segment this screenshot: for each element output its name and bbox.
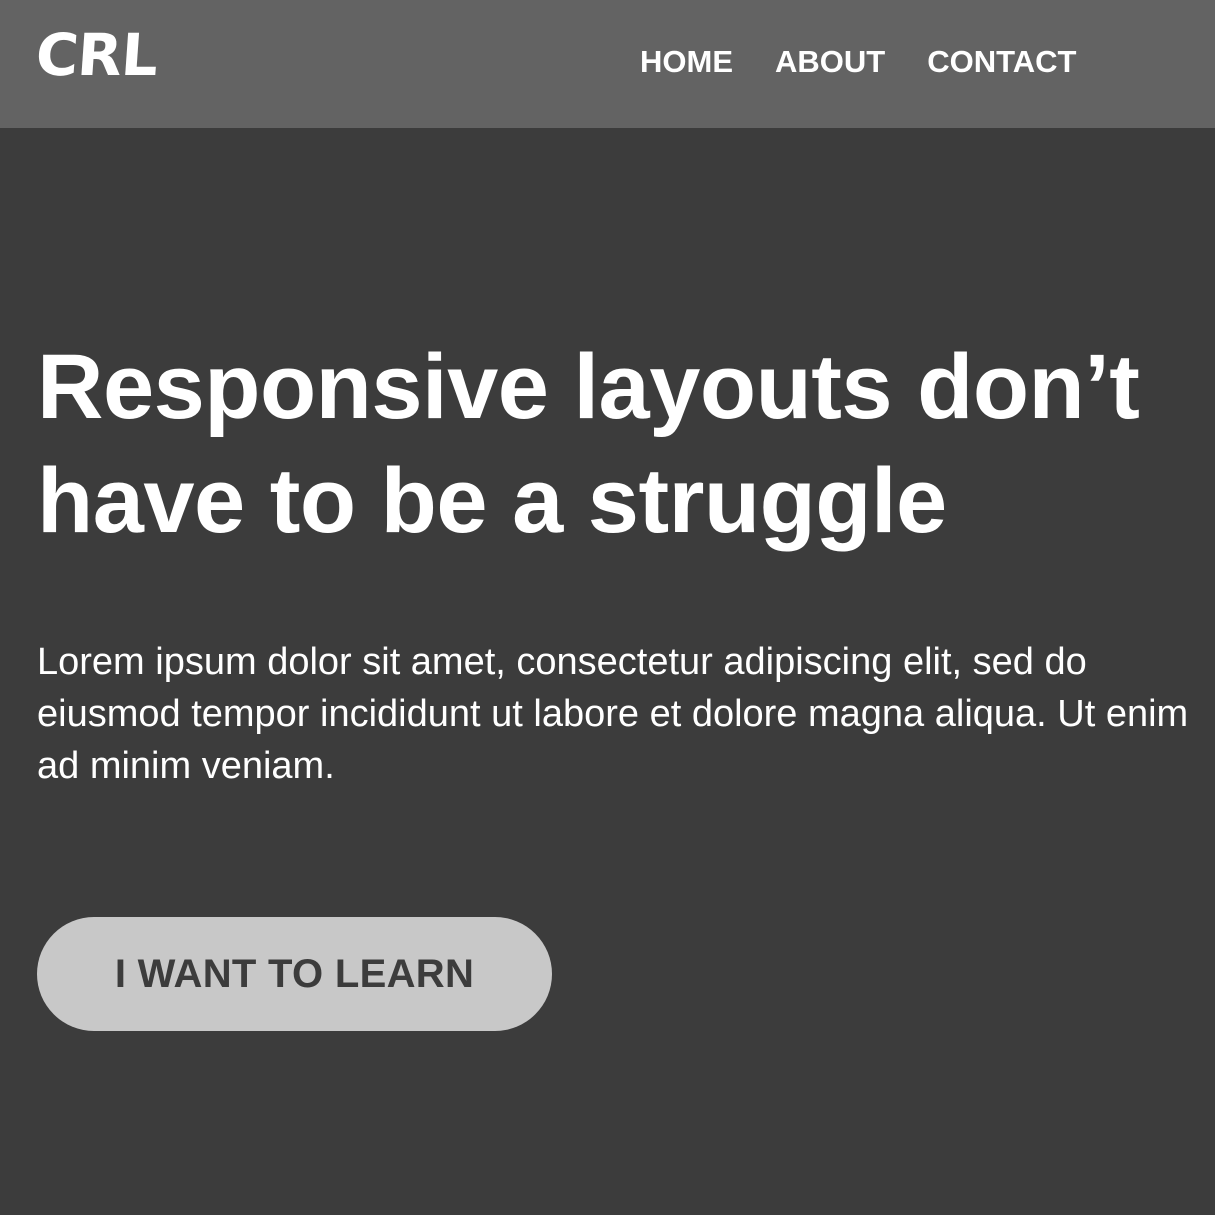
nav-link-contact[interactable]: CONTACT [927, 42, 1076, 82]
nav-link-home[interactable]: HOME [640, 42, 733, 82]
main-nav: HOME ABOUT CONTACT [640, 42, 1076, 82]
learn-button[interactable]: I WANT TO LEARN [37, 917, 552, 1031]
site-header: CRL HOME ABOUT CONTACT [0, 0, 1215, 128]
logo[interactable]: CRL [34, 21, 160, 89]
nav-link-about[interactable]: ABOUT [775, 42, 885, 82]
hero-description: Lorem ipsum dolor sit amet, consectetur … [37, 641, 1189, 787]
hero-headline: Responsive layouts don’t have to be a st… [37, 336, 1140, 552]
